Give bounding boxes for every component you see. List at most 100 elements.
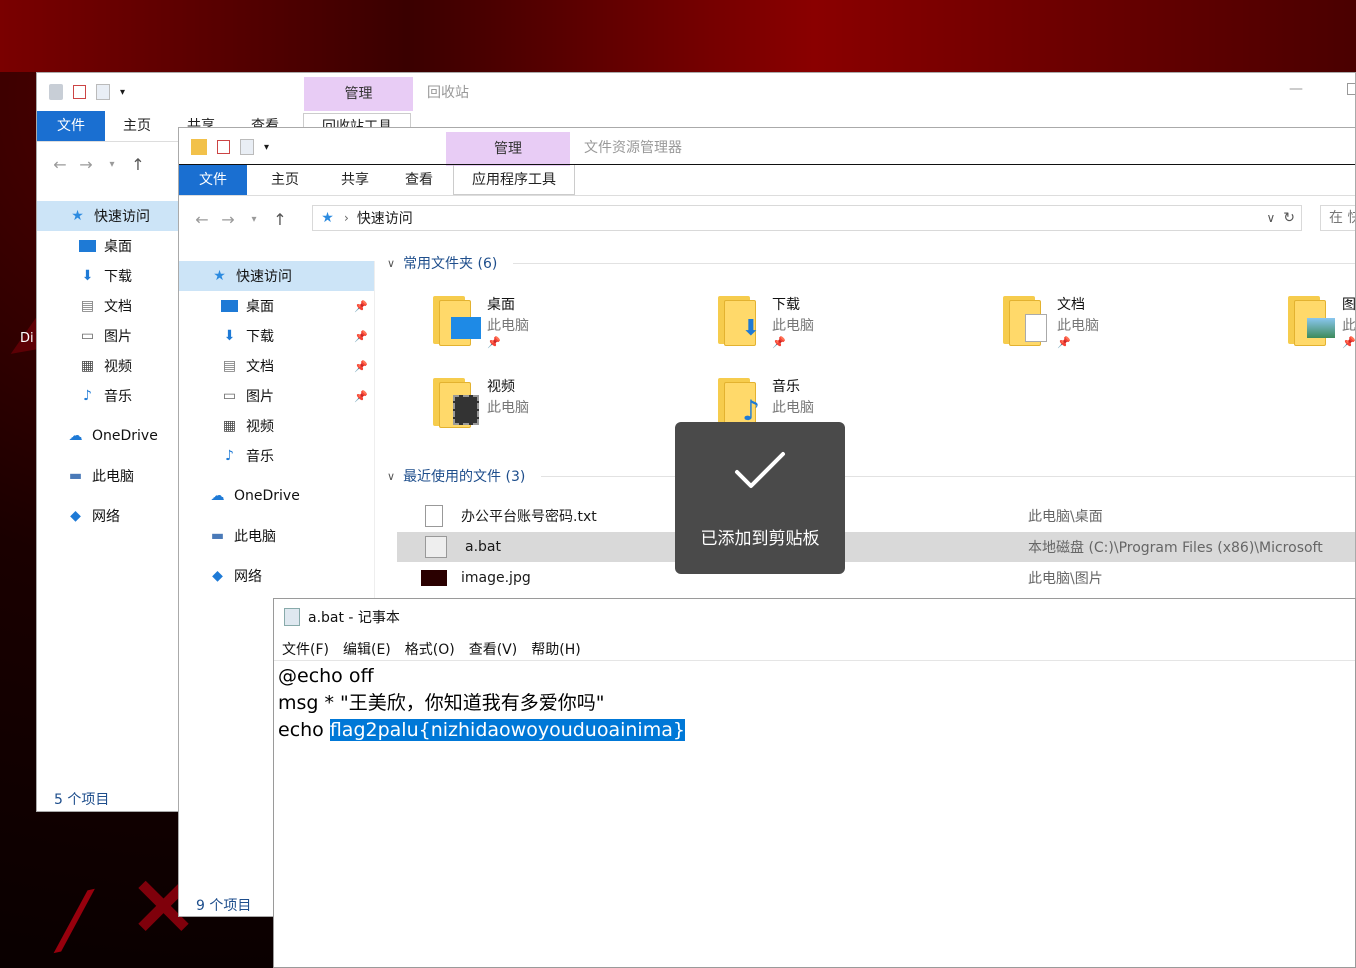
- forward-arrow-icon[interactable]: →: [73, 155, 99, 174]
- pin-icon[interactable]: 📌: [354, 330, 368, 343]
- tab-file[interactable]: 文件: [179, 165, 247, 195]
- pin-icon[interactable]: 📌: [354, 390, 368, 403]
- desktop-icon: [79, 240, 96, 252]
- pin-icon[interactable]: 📌: [354, 360, 368, 373]
- nav-documents[interactable]: ▤ 文档 📌: [179, 351, 374, 381]
- nav-music[interactable]: ♪ 音乐: [179, 441, 374, 471]
- breadcrumb-chevron-icon: ›: [344, 211, 349, 225]
- tab-app-tools[interactable]: 应用程序工具: [453, 165, 575, 195]
- desktop-icon-label[interactable]: Di: [20, 331, 34, 346]
- up-arrow-icon[interactable]: ↑: [125, 155, 151, 174]
- batch-file-icon: [425, 536, 447, 558]
- chevron-down-icon[interactable]: ▾: [120, 87, 125, 98]
- nav-onedrive[interactable]: ☁ OneDrive: [37, 421, 178, 451]
- new-folder-icon[interactable]: [240, 139, 254, 155]
- navigation-bar: ← → ▾ ↑: [189, 202, 293, 236]
- menu-format[interactable]: 格式(O): [405, 639, 455, 659]
- nav-music[interactable]: ♪ 音乐: [37, 381, 178, 411]
- collapse-chevron-icon[interactable]: ∨: [387, 470, 395, 483]
- address-dropdown-icon[interactable]: ∨: [1266, 211, 1275, 225]
- folder-tile-videos[interactable]: 视频 此电脑: [431, 376, 691, 446]
- folder-tile-downloads[interactable]: ⬇ 下载 此电脑 📌: [716, 294, 976, 364]
- tab-view[interactable]: 查看: [387, 165, 451, 195]
- menu-file[interactable]: 文件(F): [282, 639, 329, 659]
- back-arrow-icon[interactable]: ←: [189, 210, 215, 229]
- maximize-button[interactable]: [1347, 83, 1355, 95]
- address-bar[interactable]: ★ › 快速访问 ∨ ↻: [312, 205, 1302, 231]
- download-icon: ⬇: [741, 315, 761, 341]
- nav-pictures[interactable]: ▭ 图片: [37, 321, 178, 351]
- nav-desktop[interactable]: 桌面 📌: [179, 291, 374, 321]
- music-icon: ♪: [225, 447, 234, 464]
- editor-line-2: msg * "王美欣，你知道我有多爱你吗": [278, 692, 605, 714]
- recent-chevron-icon[interactable]: ▾: [241, 214, 267, 225]
- document-icon: ▤: [222, 357, 237, 374]
- nav-onedrive[interactable]: ☁ OneDrive: [179, 481, 374, 511]
- notepad-window: a.bat - 记事本 文件(F) 编辑(E) 格式(O) 查看(V) 帮助(H…: [273, 598, 1356, 968]
- tab-home[interactable]: 主页: [247, 165, 323, 195]
- nav-downloads[interactable]: ⬇ 下载 📌: [179, 321, 374, 351]
- navigation-bar: ← → ▾ ↑: [47, 147, 151, 181]
- menu-view[interactable]: 查看(V): [469, 639, 518, 659]
- star-icon: ★: [71, 207, 84, 224]
- recent-files-header[interactable]: ∨ 最近使用的文件 (3): [387, 466, 525, 486]
- tab-share[interactable]: 共享: [323, 165, 387, 195]
- cloud-icon: ☁: [68, 427, 83, 444]
- nav-network[interactable]: ◆ 网络: [179, 561, 374, 591]
- menu-help[interactable]: 帮助(H): [531, 639, 580, 659]
- nav-quick-access[interactable]: ★ 快速访问: [37, 201, 178, 231]
- new-folder-icon[interactable]: [96, 84, 110, 100]
- frequent-folders-header[interactable]: ∨ 常用文件夹 (6): [387, 253, 497, 273]
- toast-message: 已添加到剪贴板: [700, 529, 820, 549]
- recent-file-row[interactable]: a.bat 本地磁盘 (C:)\Program Files (x86)\Micr…: [397, 532, 1355, 562]
- video-icon: [451, 395, 481, 425]
- nav-network[interactable]: ◆ 网络: [37, 501, 178, 531]
- collapse-chevron-icon[interactable]: ∨: [387, 257, 395, 270]
- chevron-down-icon[interactable]: ▾: [264, 142, 269, 153]
- nav-documents[interactable]: ▤ 文档: [37, 291, 178, 321]
- nav-this-pc[interactable]: ▬ 此电脑: [179, 521, 374, 551]
- pin-icon[interactable]: 📌: [354, 300, 368, 313]
- back-arrow-icon[interactable]: ←: [47, 155, 73, 174]
- folder-tile-documents[interactable]: 文档 此电脑 📌: [1001, 294, 1261, 364]
- tab-home[interactable]: 主页: [105, 111, 169, 141]
- selected-text[interactable]: flag2palu{nizhidaowoyouduoainima}: [329, 719, 685, 741]
- breadcrumb[interactable]: 快速访问: [357, 208, 413, 228]
- context-tab-manage[interactable]: 管理: [446, 132, 570, 166]
- context-tab-manage[interactable]: 管理: [304, 77, 413, 111]
- up-arrow-icon[interactable]: ↑: [267, 210, 293, 229]
- nav-downloads[interactable]: ⬇ 下载: [37, 261, 178, 291]
- tab-file[interactable]: 文件: [37, 111, 105, 141]
- notepad-title: a.bat - 记事本: [308, 610, 400, 626]
- properties-icon[interactable]: [73, 85, 86, 99]
- recent-file-row[interactable]: 办公平台账号密码.txt 此电脑\桌面: [397, 501, 1355, 531]
- minimize-button[interactable]: —: [1289, 81, 1303, 97]
- nav-desktop[interactable]: 桌面: [37, 231, 178, 261]
- refresh-icon[interactable]: ↻: [1283, 210, 1301, 226]
- quick-access-toolbar: ▾: [191, 130, 269, 164]
- video-icon: ▦: [222, 417, 237, 434]
- video-icon: ▦: [80, 357, 95, 374]
- recent-chevron-icon[interactable]: ▾: [99, 159, 125, 170]
- notepad-editor[interactable]: @echo off msg * "王美欣，你知道我有多爱你吗" echo flag2…: [278, 663, 685, 744]
- nav-videos[interactable]: ▦ 视频: [179, 411, 374, 441]
- pin-icon: 📌: [1057, 336, 1071, 349]
- recycle-bin-icon: [49, 84, 63, 100]
- nav-quick-access[interactable]: ★ 快速访问: [179, 261, 374, 291]
- folder-tile-pictures[interactable]: 图 此 📌: [1286, 294, 1355, 364]
- picture-icon: ▭: [80, 327, 95, 344]
- nav-pictures[interactable]: ▭ 图片 📌: [179, 381, 374, 411]
- folder-tile-desktop[interactable]: 桌面 此电脑 📌: [431, 294, 691, 364]
- forward-arrow-icon[interactable]: →: [215, 210, 241, 229]
- nav-videos[interactable]: ▦ 视频: [37, 351, 178, 381]
- notepad-titlebar: a.bat - 记事本: [284, 607, 400, 627]
- music-icon: ♪: [83, 387, 92, 404]
- nav-this-pc[interactable]: ▬ 此电脑: [37, 461, 178, 491]
- editor-line-1: @echo off: [278, 665, 374, 687]
- properties-icon[interactable]: [217, 140, 230, 154]
- search-input[interactable]: 在 快: [1320, 205, 1355, 231]
- text-file-icon: [425, 505, 443, 527]
- computer-icon: ▬: [68, 467, 83, 484]
- recent-file-row[interactable]: image.jpg 此电脑\图片: [397, 563, 1355, 593]
- menu-edit[interactable]: 编辑(E): [343, 639, 391, 659]
